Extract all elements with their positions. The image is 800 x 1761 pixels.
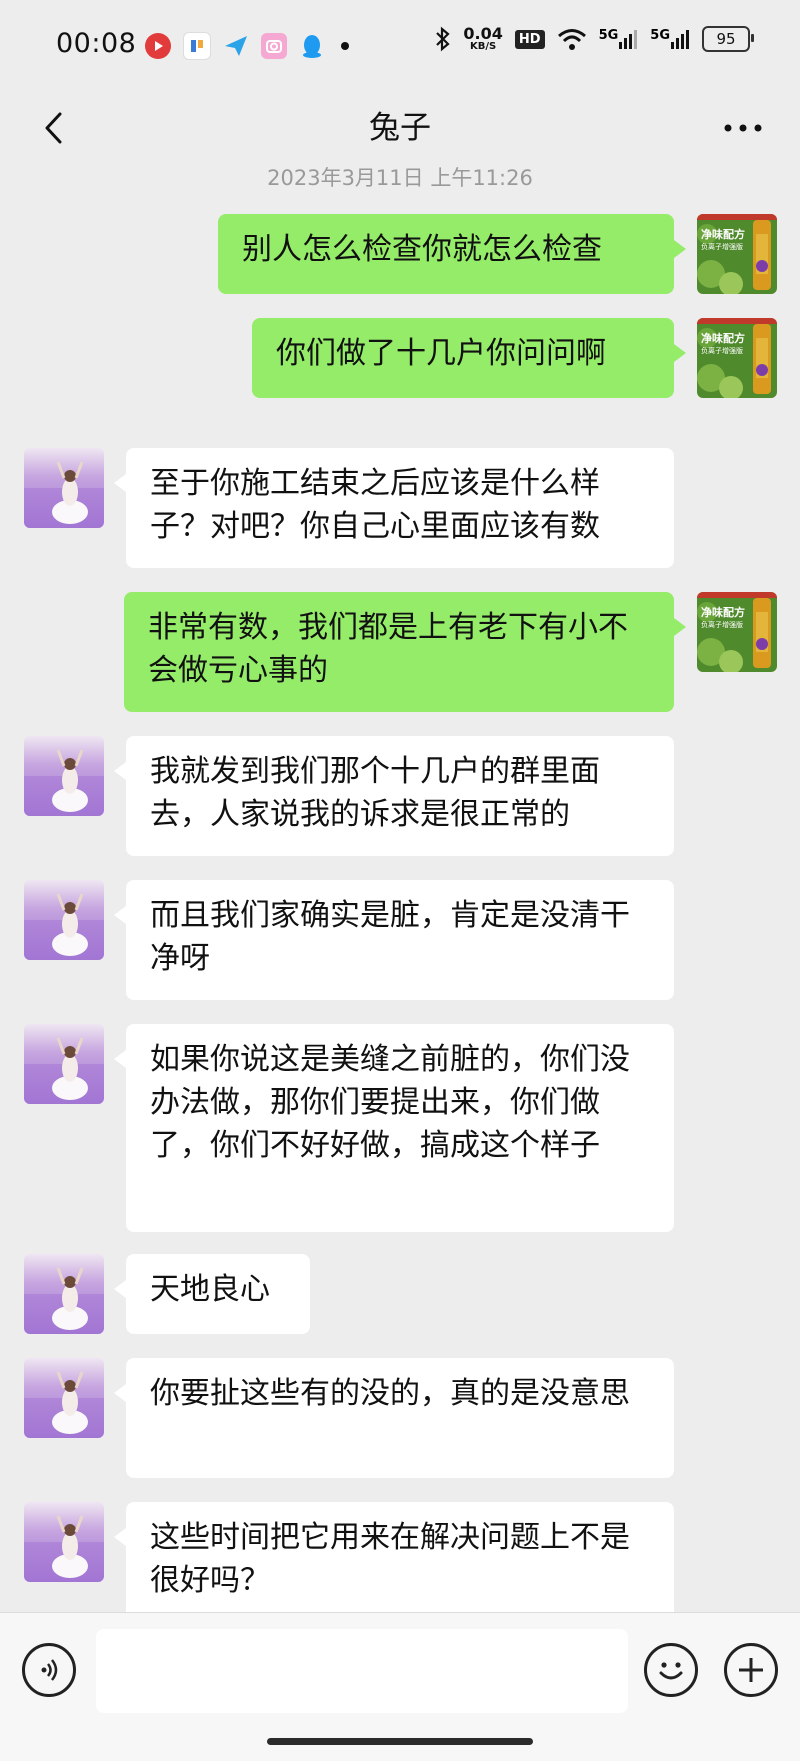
signal-1-label: 5G [598,28,619,43]
message-row: 如果你说这是美缝之前脏的，你们没办法做，那你们要提出来，你们做了，你们不好好做，… [0,1024,800,1232]
hd-voice-icon: HD [514,29,545,49]
received-message-bubble[interactable]: 这些时间把它用来在解决问题上不是很好吗？ [114,1502,674,1612]
sent-message-bubble[interactable]: 非常有数，我们都是上有老下有小不会做亏心事的 [124,592,686,712]
message-row: 净味配方 负离子增强版 非常有数，我们都是上有老下有小不会做亏心事的 [0,592,800,712]
avatar-brand-line-1: 净味配方 [701,228,745,241]
status-bar: 00:08 0.04 KB/S HD 5G 5G 95 [0,0,800,92]
signal-2-label: 5G [650,28,670,43]
status-right: 0.04 KB/S HD 5G 5G 95 [435,26,754,52]
status-time: 00:08 [56,28,137,59]
avatar-brand-line-2: 负离子增强版 [701,347,743,355]
message-row: 至于你施工结束之后应该是什么样子？对吧？你自己心里面应该有数 [0,448,800,568]
notification-icons [145,32,349,60]
contact-avatar[interactable] [24,880,104,960]
message-row: 我就发到我们那个十几户的群里面去，人家说我的诉求是很正常的 [0,736,800,856]
plus-icon [739,1658,763,1682]
chat-header: 兔子 [0,92,800,164]
message-row: 而且我们家确实是脏，肯定是没清干净呀 [0,880,800,1000]
received-message-bubble[interactable]: 至于你施工结束之后应该是什么样子？对吧？你自己心里面应该有数 [114,448,674,568]
my-avatar[interactable]: 净味配方 负离子增强版 [697,318,777,398]
contact-avatar[interactable] [24,1024,104,1104]
emoji-button[interactable] [644,1643,698,1697]
message-row: 你要扯这些有的没的，真的是没意思 [0,1358,800,1478]
camera-app-icon [261,33,287,59]
avatar-brand-line-1: 净味配方 [701,606,745,619]
message-timestamp: 2023年3月11日 上午11:26 [267,166,533,190]
avatar-brand-line-2: 负离子增强版 [701,243,743,251]
received-message-bubble[interactable]: 如果你说这是美缝之前脏的，你们没办法做，那你们要提出来，你们做了，你们不好好做，… [114,1024,674,1232]
more-notifications-dot [341,42,349,50]
network-speed-unit: KB/S [470,41,497,52]
message-row: 净味配方 负离子增强版 别人怎么检查你就怎么检查 [0,214,800,294]
message-list[interactable]: 2023年3月11日 上午11:26 净味配方 负离子增强版 别人怎么检查你就怎么… [0,164,800,1612]
message-row: 净味配方 负离子增强版 你们做了十几户你问问啊 [0,318,800,398]
avatar-brand-line-2: 负离子增强版 [701,621,743,629]
chat-title: 兔子 [369,110,431,146]
more-options-button[interactable] [718,106,768,150]
messenger-app-icon [223,33,249,59]
sent-message-bubble[interactable]: 你们做了十几户你问问啊 [252,318,686,398]
received-message-bubble[interactable]: 而且我们家确实是脏，肯定是没清干净呀 [114,880,674,1000]
voice-icon [41,1659,58,1681]
more-actions-button[interactable] [724,1643,778,1697]
cellular-signal-2-icon: 5G [650,28,690,50]
avatar-brand-line-1: 净味配方 [701,332,745,345]
battery-icon: 95 [702,26,754,52]
contact-avatar[interactable] [24,448,104,528]
my-avatar[interactable]: 净味配方 负离子增强版 [697,592,777,672]
network-speed-value: 0.04 [463,24,503,43]
voice-input-button[interactable] [22,1643,76,1697]
received-message-bubble[interactable]: 你要扯这些有的没的，真的是没意思 [114,1358,674,1478]
video-app-icon [145,33,171,59]
wifi-icon [557,27,587,51]
message-row: 天地良心 [0,1254,800,1334]
network-speed: 0.04 KB/S [463,26,502,52]
contact-avatar[interactable] [24,1254,104,1334]
my-avatar[interactable]: 净味配方 负离子增强版 [697,214,777,294]
emoji-icon [659,1662,683,1680]
tasks-app-icon [183,32,211,60]
contact-avatar[interactable] [24,736,104,816]
contact-avatar[interactable] [24,1502,104,1582]
battery-level: 95 [716,30,736,48]
received-message-bubble[interactable]: 天地良心 [114,1254,310,1334]
more-dots-icon [724,124,762,132]
message-input[interactable] [96,1629,628,1713]
home-indicator[interactable] [267,1738,533,1745]
bluetooth-icon [435,26,451,52]
qq-penguin-icon [299,33,325,59]
contact-avatar[interactable] [24,1358,104,1438]
message-row: 这些时间把它用来在解决问题上不是很好吗？ [0,1502,800,1612]
received-message-bubble[interactable]: 我就发到我们那个十几户的群里面去，人家说我的诉求是很正常的 [114,736,674,856]
cellular-signal-1-icon: 5G [599,28,639,50]
sent-message-bubble[interactable]: 别人怎么检查你就怎么检查 [218,214,686,294]
